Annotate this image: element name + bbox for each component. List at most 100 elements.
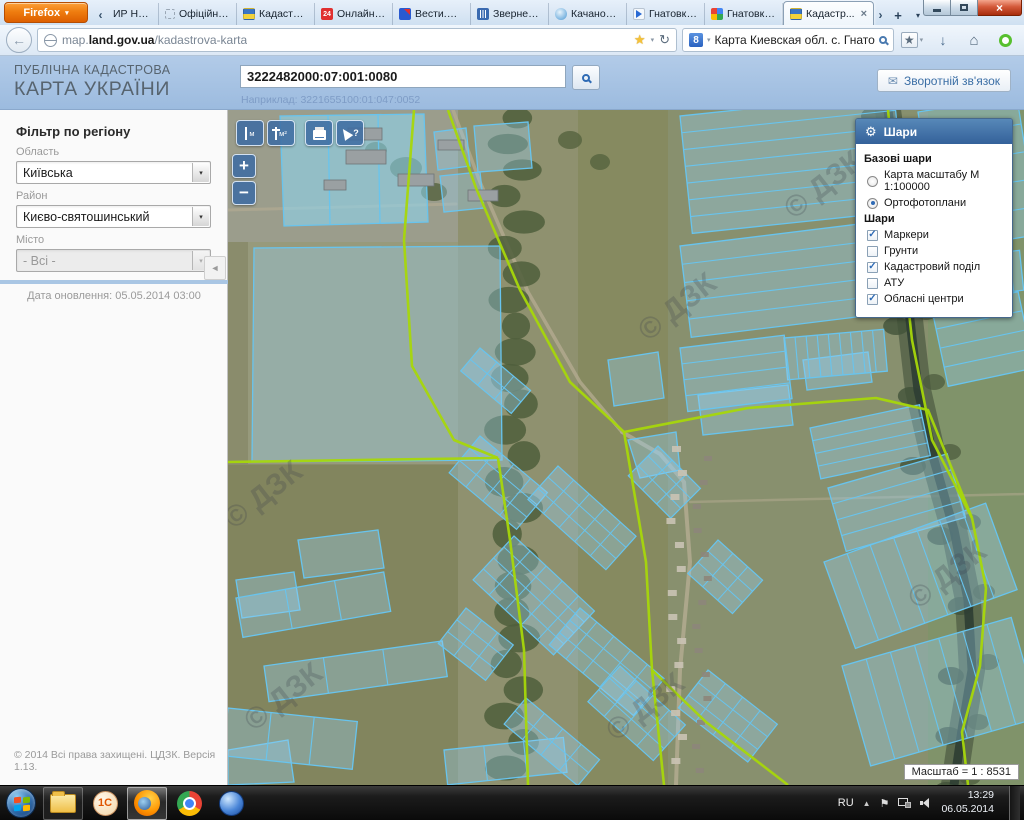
taskbar-explorer-button[interactable]: [43, 787, 83, 820]
checkbox-checked-icon[interactable]: ✓: [867, 294, 878, 305]
overlay-layer-option[interactable]: ✓ Маркери: [864, 229, 1004, 241]
addon-button[interactable]: [992, 28, 1018, 52]
cadastral-number-input[interactable]: [240, 65, 566, 88]
browser-tab[interactable]: Гнатовка. К...: [627, 3, 705, 25]
gear-icon: ⚙: [865, 124, 877, 140]
city-label: Місто: [16, 234, 211, 246]
close-window-button[interactable]: ×: [978, 0, 1022, 16]
browser-tab-active[interactable]: Кадастр... ×: [783, 1, 874, 25]
tab-label: Онлайн тра...: [337, 8, 386, 20]
measure-length-button[interactable]: м: [236, 120, 264, 146]
browser-search-box[interactable]: 8 ▾ Карта Киевская обл. с. Гнатовка: [682, 28, 894, 52]
url-dropdown-icon[interactable]: ▾: [651, 36, 655, 44]
taskbar-1c-button[interactable]: 1С: [85, 787, 125, 820]
restore-button[interactable]: [951, 0, 978, 16]
ukraine-flag-favicon-icon: [790, 8, 802, 20]
home-icon: ⌂: [969, 32, 978, 49]
region-select[interactable]: Київська ▾: [16, 161, 211, 184]
minimize-button[interactable]: [923, 0, 951, 16]
search-icon[interactable]: [879, 36, 887, 44]
browser-tab-strip: Firefox ▾ ‹ ИР НЕДВ... Офіційний ... Кад…: [0, 0, 1024, 25]
addon-ring-icon: [999, 34, 1012, 47]
region-value: Київська: [23, 166, 73, 180]
browser-tab[interactable]: Гнатовка – ...: [705, 3, 783, 25]
firefox-icon: [134, 790, 160, 816]
sidebar-collapse-button[interactable]: ◄: [204, 256, 226, 280]
browser-tab[interactable]: Кадастрова...: [237, 3, 315, 25]
tab-scroll-left-icon[interactable]: ‹: [94, 5, 107, 25]
base-layers-title: Базові шари: [864, 153, 1004, 165]
action-center-flag-icon[interactable]: ⚑: [880, 797, 890, 810]
checkbox-unchecked-icon[interactable]: [867, 278, 878, 289]
tray-expand-icon[interactable]: ▲: [863, 799, 871, 808]
firefox-menu-button[interactable]: Firefox ▾: [4, 2, 88, 23]
tv24-favicon-icon: 24: [321, 8, 333, 20]
search-engine-dropdown-icon[interactable]: ▾: [707, 36, 711, 44]
overlay-layers-title: Шари: [864, 213, 1004, 225]
url-bar[interactable]: map.land.gov.ua/kadastrova-karta ★ ▾ ↻: [37, 28, 677, 52]
copyright-text: © 2014 Всі права захищені. ЦДЗК. Версія …: [14, 749, 227, 773]
feedback-button[interactable]: ✉ Зворотній зв'язок: [877, 69, 1011, 92]
checkbox-checked-icon[interactable]: ✓: [867, 262, 878, 273]
identify-button[interactable]: ?: [336, 120, 364, 146]
emblem-favicon-icon: [477, 8, 489, 20]
tab-scroll-right-icon[interactable]: ›: [874, 5, 887, 25]
search-query-text[interactable]: Карта Киевская обл. с. Гнатовка: [715, 33, 875, 47]
measure-area-button[interactable]: м²: [267, 120, 295, 146]
google-search-engine-icon[interactable]: 8: [689, 33, 703, 47]
overlay-layer-option[interactable]: Грунти: [864, 245, 1004, 257]
1c-icon: 1С: [93, 791, 118, 816]
radio-selected-icon[interactable]: [867, 198, 878, 209]
chevron-down-icon: ▾: [920, 36, 924, 44]
overlay-layer-option[interactable]: АТУ: [864, 277, 1004, 289]
home-button[interactable]: ⌂: [961, 28, 987, 52]
language-indicator[interactable]: RU: [838, 797, 854, 809]
google-maps-favicon-icon: [711, 8, 723, 20]
chevron-down-icon[interactable]: ▾: [192, 207, 209, 226]
overlay-layer-option[interactable]: ✓ Кадастровий поділ: [864, 261, 1004, 273]
region-filter-sidebar: Фільтр по регіону Область Київська ▾ Рай…: [0, 110, 228, 785]
system-tray: RU ▲ ⚑ 13:29 06.05.2014: [838, 786, 1024, 820]
browser-tab[interactable]: Звернення ...: [471, 3, 549, 25]
cadastral-search-button[interactable]: [572, 65, 600, 90]
browser-tab[interactable]: Вести.Ru: P...: [393, 3, 471, 25]
taskbar-clock[interactable]: 13:29 06.05.2014: [941, 789, 994, 816]
checkbox-checked-icon[interactable]: ✓: [867, 230, 878, 241]
placeholder-favicon-icon: [165, 9, 175, 19]
radio-unselected-icon[interactable]: [867, 176, 878, 187]
refresh-icon[interactable]: ↻: [659, 32, 670, 48]
base-layer-option[interactable]: Карта масштабу М 1:100000: [864, 169, 1004, 193]
new-tab-button[interactable]: +: [887, 5, 909, 25]
option-label: Грунти: [884, 245, 918, 257]
network-icon[interactable]: [898, 798, 911, 808]
bookmark-star-icon[interactable]: ★: [634, 32, 646, 48]
close-tab-icon[interactable]: ×: [861, 8, 867, 20]
district-select[interactable]: Києво-святошинський ▾: [16, 205, 211, 228]
show-desktop-button[interactable]: [1009, 786, 1020, 820]
overlay-layer-option[interactable]: ✓ Обласні центри: [864, 293, 1004, 305]
chevron-down-icon[interactable]: ▾: [192, 163, 209, 182]
option-label: АТУ: [884, 277, 904, 289]
start-button[interactable]: [0, 786, 42, 820]
taskbar-google-earth-button[interactable]: [211, 787, 251, 820]
zoom-out-button[interactable]: −: [232, 181, 256, 205]
print-button[interactable]: [305, 120, 333, 146]
browser-tab[interactable]: Офіційний ...: [159, 3, 237, 25]
taskbar-firefox-button[interactable]: [127, 787, 167, 820]
taskbar-chrome-button[interactable]: [169, 787, 209, 820]
browser-tab[interactable]: ИР НЕДВ...: [107, 3, 159, 25]
layers-panel-header[interactable]: ⚙ Шари: [856, 119, 1012, 144]
downloads-button[interactable]: ↓: [930, 28, 956, 52]
feedback-label: Зворотній зв'язок: [904, 74, 1000, 88]
map-canvas[interactable]: © ДЗК© ДЗК© ДЗК© ДЗК© ДЗК© ДЗК м м² ? + …: [228, 110, 1024, 785]
browser-tab[interactable]: Качановка. ...: [549, 3, 627, 25]
zoom-in-button[interactable]: +: [232, 154, 256, 178]
bookmarks-panel-button[interactable]: ★ ▾: [899, 28, 925, 52]
clock-time: 13:29: [941, 789, 994, 803]
base-layer-option[interactable]: Ортофотоплани: [864, 197, 1004, 209]
browser-tab[interactable]: 24 Онлайн тра...: [315, 3, 393, 25]
checkbox-unchecked-icon[interactable]: [867, 246, 878, 257]
back-button[interactable]: ←: [6, 27, 32, 53]
map-toolbar: м м² ?: [236, 120, 364, 146]
volume-icon[interactable]: [920, 798, 932, 808]
